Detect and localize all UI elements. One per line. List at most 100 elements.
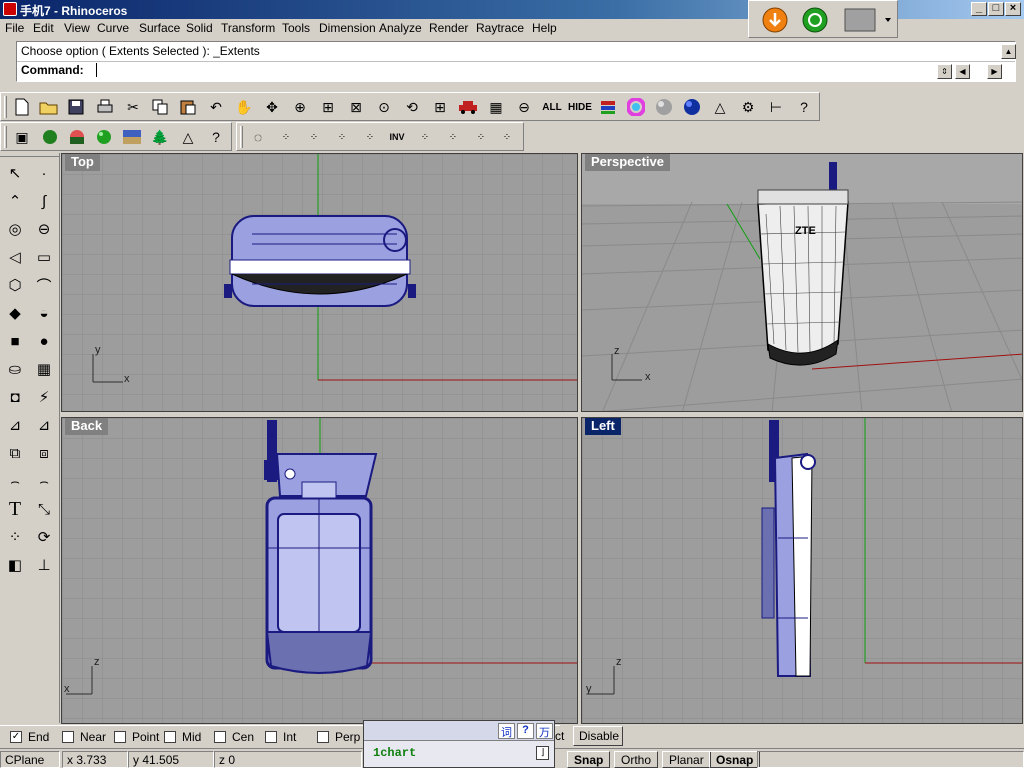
select-arrow-icon[interactable]: ↖ xyxy=(2,160,28,186)
osnap-disable-button[interactable]: Disable xyxy=(573,726,623,746)
menu-help[interactable]: Help xyxy=(532,21,557,35)
menu-curve[interactable]: Curve xyxy=(97,21,129,35)
ime-help-button[interactable]: ? xyxy=(517,723,534,739)
render-help-icon[interactable]: ? xyxy=(204,125,228,149)
select-next-icon[interactable]: ⁘ xyxy=(413,125,437,149)
render-green-icon[interactable] xyxy=(38,125,62,149)
surface-loft-icon[interactable]: ◒ xyxy=(31,300,57,326)
cylinder-icon[interactable]: ⛀ xyxy=(2,356,28,382)
color-wheel-icon[interactable] xyxy=(624,95,648,119)
new-file-icon[interactable] xyxy=(10,95,34,119)
material-sphere-icon[interactable] xyxy=(92,125,116,149)
point-icon[interactable]: · xyxy=(31,160,57,186)
menu-tools[interactable]: Tools xyxy=(282,21,310,35)
viewport-title-top[interactable]: Top xyxy=(65,154,100,171)
menu-edit[interactable]: Edit xyxy=(33,21,54,35)
menu-file[interactable]: File xyxy=(5,21,24,35)
hide-button[interactable]: HIDE xyxy=(568,95,592,119)
lasso-icon[interactable]: ◌ xyxy=(246,125,270,149)
analyze-icon[interactable]: ◧ xyxy=(2,552,28,578)
polygon-icon[interactable]: ⬡ xyxy=(2,272,28,298)
pan-hand-icon[interactable]: ✋ xyxy=(232,95,256,119)
select-surfaces-icon[interactable]: ⁘ xyxy=(330,125,354,149)
menu-surface[interactable]: Surface xyxy=(139,21,180,35)
zoom-extents-icon[interactable]: ⊠ xyxy=(344,95,368,119)
ime-mode-button[interactable]: 万 xyxy=(536,723,553,739)
menu-transform[interactable]: Transform xyxy=(221,21,275,35)
environment-icon[interactable] xyxy=(120,125,144,149)
osnap-near-checkbox[interactable] xyxy=(62,731,74,743)
command-spin-button[interactable]: ⇕ xyxy=(937,64,952,79)
render-sphere-icon[interactable] xyxy=(652,95,676,119)
zoom-window-icon[interactable]: ⊞ xyxy=(316,95,340,119)
select-up-icon[interactable]: ⁘ xyxy=(469,125,493,149)
planar-toggle[interactable]: Planar xyxy=(662,751,711,768)
light-cone-icon[interactable]: △ xyxy=(708,95,732,119)
zoom-selected-icon[interactable]: ⊙ xyxy=(372,95,396,119)
save-icon[interactable] xyxy=(64,95,88,119)
undo-icon[interactable]: ↶ xyxy=(204,95,228,119)
box-icon[interactable]: ■ xyxy=(2,328,28,354)
osnap-int[interactable]: Int xyxy=(265,730,296,744)
osnap-point-checkbox[interactable] xyxy=(114,731,126,743)
menu-raytrace[interactable]: Raytrace xyxy=(476,21,524,35)
edit-points-icon[interactable]: ⌢ xyxy=(31,468,57,494)
undo-view-icon[interactable]: ⟲ xyxy=(400,95,424,119)
osnap-toggle[interactable]: Osnap xyxy=(709,751,761,768)
menu-view[interactable]: View xyxy=(64,21,90,35)
polyline-icon[interactable]: ⌃ xyxy=(2,188,28,214)
osnap-cen-checkbox[interactable] xyxy=(214,731,226,743)
viewport-title-back[interactable]: Back xyxy=(65,418,109,435)
cone-light-icon[interactable]: △ xyxy=(176,125,200,149)
osnap-perp-checkbox[interactable] xyxy=(317,731,329,743)
osnap-end-checkbox[interactable]: ✓ xyxy=(10,731,22,743)
help-icon[interactable]: ? xyxy=(792,95,816,119)
dimension-icon[interactable]: ⊢ xyxy=(764,95,788,119)
viewport-back[interactable]: z x Back xyxy=(61,417,578,724)
rectangle-icon[interactable]: ▭ xyxy=(31,244,57,270)
print-icon[interactable] xyxy=(93,95,117,119)
osnap-near[interactable]: Near xyxy=(62,730,106,744)
osnap-end[interactable]: ✓ End xyxy=(10,730,49,744)
layers-icon[interactable] xyxy=(596,95,620,119)
select-points-icon[interactable]: ⁘ xyxy=(274,125,298,149)
ime-word-button[interactable]: 词 xyxy=(498,723,515,739)
viewport-left[interactable]: z y Left xyxy=(581,417,1023,724)
wrench-icon[interactable] xyxy=(844,8,876,32)
menu-dimension[interactable]: Dimension xyxy=(319,21,376,35)
points-on-icon[interactable]: ⌢ xyxy=(2,468,28,494)
close-button[interactable]: × xyxy=(1005,2,1021,16)
rotate-view-icon[interactable]: ✥ xyxy=(260,95,284,119)
viewport-title-left[interactable]: Left xyxy=(585,418,621,435)
command-scroll-right[interactable]: ▶ xyxy=(987,64,1002,79)
tree-icon[interactable]: 🌲 xyxy=(148,125,172,149)
four-viewports-icon[interactable]: ⊞ xyxy=(428,95,452,119)
render-setup-icon[interactable]: ▣ xyxy=(10,125,34,149)
app-icon[interactable] xyxy=(3,2,17,16)
surface-corner-icon[interactable]: ◆ xyxy=(2,300,28,326)
cut-icon[interactable]: ✂ xyxy=(121,95,145,119)
grid-snap-icon[interactable]: ▦ xyxy=(484,95,508,119)
split-icon[interactable]: ⊿ xyxy=(31,412,57,438)
command-input[interactable] xyxy=(96,63,97,77)
refresh-icon[interactable] xyxy=(802,7,828,33)
phone-wireframe-back[interactable] xyxy=(264,420,378,674)
menu-solid[interactable]: Solid xyxy=(186,21,213,35)
curve-icon[interactable]: ∫ xyxy=(31,188,57,214)
osnap-mid-checkbox[interactable] xyxy=(164,731,176,743)
point-on-icon[interactable]: ⊖ xyxy=(512,95,536,119)
viewport-perspective[interactable]: ZTE z x Perspective xyxy=(581,153,1023,412)
ellipse-icon[interactable]: ⊖ xyxy=(31,216,57,242)
dimension-left-icon[interactable]: ⊥ xyxy=(31,552,57,578)
select-down-icon[interactable]: ⁘ xyxy=(495,125,519,149)
rotate-icon[interactable]: ⟳ xyxy=(31,524,57,550)
sphere-solid-icon[interactable]: ● xyxy=(31,328,57,354)
car-icon[interactable] xyxy=(456,95,480,119)
scale-icon[interactable]: ⤡ xyxy=(31,496,57,522)
menu-render[interactable]: Render xyxy=(429,21,468,35)
history-scroll-up[interactable]: ▲ xyxy=(1001,44,1016,59)
open-folder-icon[interactable] xyxy=(37,95,61,119)
options-gear-icon[interactable]: ⚙ xyxy=(736,95,760,119)
phone-wireframe-top[interactable] xyxy=(224,215,416,307)
osnap-mid[interactable]: Mid xyxy=(164,730,201,744)
